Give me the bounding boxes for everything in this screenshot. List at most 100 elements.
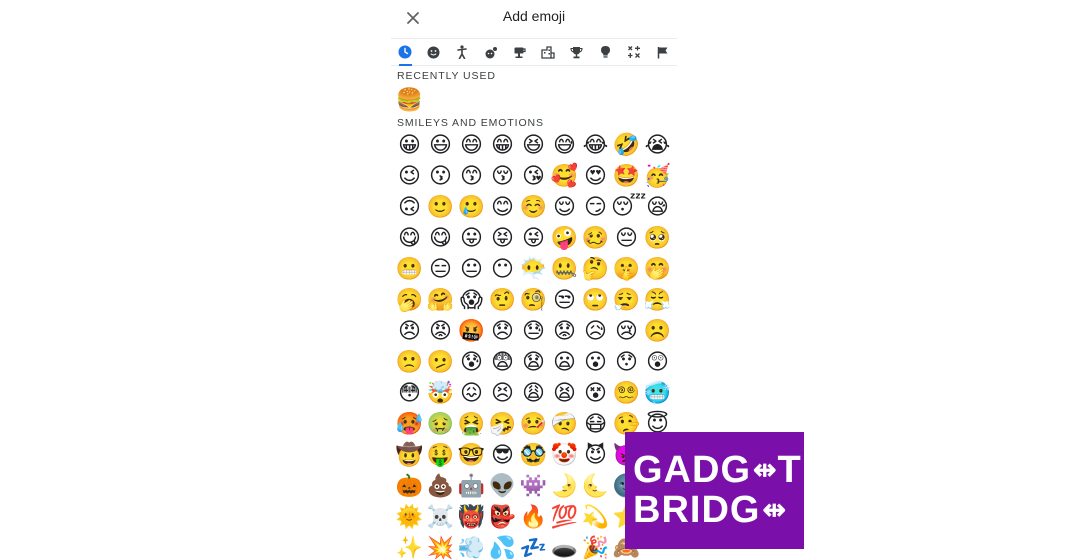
- emoji-cell[interactable]: 😛: [456, 223, 487, 254]
- emoji-cell[interactable]: 💫: [580, 502, 611, 533]
- emoji-cell[interactable]: 😴: [611, 192, 646, 223]
- emoji-cell[interactable]: 😬: [394, 254, 425, 285]
- emoji-cell[interactable]: 😂: [580, 130, 611, 161]
- emoji-cell[interactable]: 🤢: [425, 409, 456, 440]
- emoji-cell[interactable]: 😋: [425, 223, 456, 254]
- emoji-cell[interactable]: 😨: [487, 347, 518, 378]
- emoji-cell[interactable]: 🥺: [642, 223, 673, 254]
- emoji-cell[interactable]: 😲: [642, 347, 673, 378]
- emoji-cell[interactable]: 🥶: [642, 378, 673, 409]
- emoji-cell[interactable]: 🤯: [425, 378, 456, 409]
- emoji-cell[interactable]: 😧: [518, 347, 549, 378]
- emoji-cell[interactable]: 😉: [394, 161, 425, 192]
- emoji-cell[interactable]: 🤪: [549, 223, 580, 254]
- tab-activities[interactable]: [563, 39, 592, 65]
- emoji-cell[interactable]: 😒: [549, 285, 580, 316]
- emoji-cell[interactable]: 🙂: [425, 192, 456, 223]
- emoji-cell[interactable]: 😣: [487, 378, 518, 409]
- emoji-cell[interactable]: 🤬: [456, 316, 487, 347]
- emoji-cell[interactable]: 🕳️: [549, 533, 580, 559]
- emoji-cell[interactable]: ☺️: [518, 192, 549, 223]
- emoji-cell[interactable]: 😋: [394, 223, 425, 254]
- emoji-cell[interactable]: 🔥: [518, 502, 549, 533]
- emoji-cell[interactable]: 💩: [425, 471, 456, 502]
- tab-travel[interactable]: [534, 39, 563, 65]
- tab-flags[interactable]: [648, 39, 677, 65]
- emoji-cell[interactable]: 🥴: [580, 223, 611, 254]
- emoji-cell[interactable]: 😖: [456, 378, 487, 409]
- emoji-cell[interactable]: 😎: [487, 440, 518, 471]
- emoji-cell[interactable]: 🥸: [518, 440, 549, 471]
- emoji-cell[interactable]: 🙁: [394, 347, 425, 378]
- emoji-cell[interactable]: 🤖: [456, 471, 487, 502]
- emoji-cell[interactable]: ☠️: [425, 502, 456, 533]
- emoji-cell[interactable]: 😚: [487, 161, 518, 192]
- emoji-cell[interactable]: 😝: [487, 223, 518, 254]
- emoji-cell[interactable]: 🌜: [580, 471, 611, 502]
- emoji-cell[interactable]: 😵: [580, 378, 611, 409]
- emoji-cell[interactable]: 😑: [425, 254, 456, 285]
- emoji-cell[interactable]: 🙄: [580, 285, 611, 316]
- emoji-cell[interactable]: 😳: [394, 378, 425, 409]
- emoji-cell[interactable]: 😀: [394, 130, 425, 161]
- emoji-cell[interactable]: 😱: [456, 285, 487, 316]
- emoji-cell[interactable]: 😞: [487, 316, 518, 347]
- emoji-cell[interactable]: 😵‍💫: [611, 378, 642, 409]
- emoji-cell[interactable]: 😓: [518, 316, 549, 347]
- emoji-cell[interactable]: 😊: [487, 192, 518, 223]
- emoji-cell[interactable]: 🥱: [394, 285, 425, 316]
- emoji-cell[interactable]: 🥲: [456, 192, 487, 223]
- emoji-cell[interactable]: 😶‍🌫️: [518, 254, 549, 285]
- emoji-cell[interactable]: 😈: [580, 440, 611, 471]
- emoji-cell[interactable]: 😐: [456, 254, 487, 285]
- tab-symbols[interactable]: [620, 39, 649, 65]
- emoji-cell[interactable]: 😰: [456, 347, 487, 378]
- tab-animals[interactable]: [477, 39, 506, 65]
- emoji-cell[interactable]: 💨: [456, 533, 487, 559]
- emoji-cell[interactable]: 🫤: [425, 347, 456, 378]
- emoji-cell[interactable]: 🤠: [394, 440, 425, 471]
- emoji-cell[interactable]: 💯: [549, 502, 580, 533]
- emoji-cell[interactable]: 👹: [456, 502, 487, 533]
- emoji-cell[interactable]: 🎉: [580, 533, 611, 559]
- emoji-cell[interactable]: 🤒: [518, 409, 549, 440]
- emoji-cell[interactable]: 👽: [487, 471, 518, 502]
- emoji-cell[interactable]: 🤮: [456, 409, 487, 440]
- emoji-cell[interactable]: 😮‍💨: [611, 285, 642, 316]
- emoji-cell[interactable]: ✨: [394, 533, 425, 559]
- emoji-cell[interactable]: 👾: [518, 471, 549, 502]
- emoji-cell[interactable]: 🙃: [394, 192, 425, 223]
- emoji-cell[interactable]: 🤫: [611, 254, 642, 285]
- emoji-cell[interactable]: 😍: [580, 161, 611, 192]
- emoji-cell[interactable]: 😟: [549, 316, 580, 347]
- emoji-cell[interactable]: 😯: [611, 347, 642, 378]
- emoji-cell[interactable]: 💤: [518, 533, 549, 559]
- emoji-cell[interactable]: 🤩: [611, 161, 642, 192]
- emoji-cell[interactable]: 😮: [580, 347, 611, 378]
- emoji-cell[interactable]: 😙: [456, 161, 487, 192]
- emoji-cell[interactable]: 😥: [580, 316, 611, 347]
- emoji-cell[interactable]: 🍔: [394, 85, 425, 116]
- emoji-cell[interactable]: 🌛: [549, 471, 580, 502]
- emoji-cell[interactable]: 😅: [549, 130, 580, 161]
- emoji-cell[interactable]: 🥳: [642, 161, 673, 192]
- emoji-cell[interactable]: 😔: [611, 223, 642, 254]
- emoji-cell[interactable]: 😏: [580, 192, 611, 223]
- tab-food[interactable]: [505, 39, 534, 65]
- emoji-cell[interactable]: 😫: [549, 378, 580, 409]
- emoji-cell[interactable]: 😄: [456, 130, 487, 161]
- emoji-cell[interactable]: 😩: [518, 378, 549, 409]
- emoji-cell[interactable]: 😷: [580, 409, 611, 440]
- emoji-cell[interactable]: 🤣: [611, 130, 642, 161]
- emoji-cell[interactable]: 😶: [487, 254, 518, 285]
- emoji-cell[interactable]: 😤: [642, 285, 673, 316]
- emoji-cell[interactable]: 🥰: [549, 161, 580, 192]
- emoji-cell[interactable]: 🤭: [642, 254, 673, 285]
- emoji-cell[interactable]: 😡: [425, 316, 456, 347]
- emoji-cell[interactable]: 🤧: [487, 409, 518, 440]
- emoji-cell[interactable]: 🌞: [394, 502, 425, 533]
- tab-objects[interactable]: [591, 39, 620, 65]
- emoji-cell[interactable]: 💦: [487, 533, 518, 559]
- emoji-cell[interactable]: 🤡: [549, 440, 580, 471]
- emoji-cell[interactable]: 😌: [549, 192, 580, 223]
